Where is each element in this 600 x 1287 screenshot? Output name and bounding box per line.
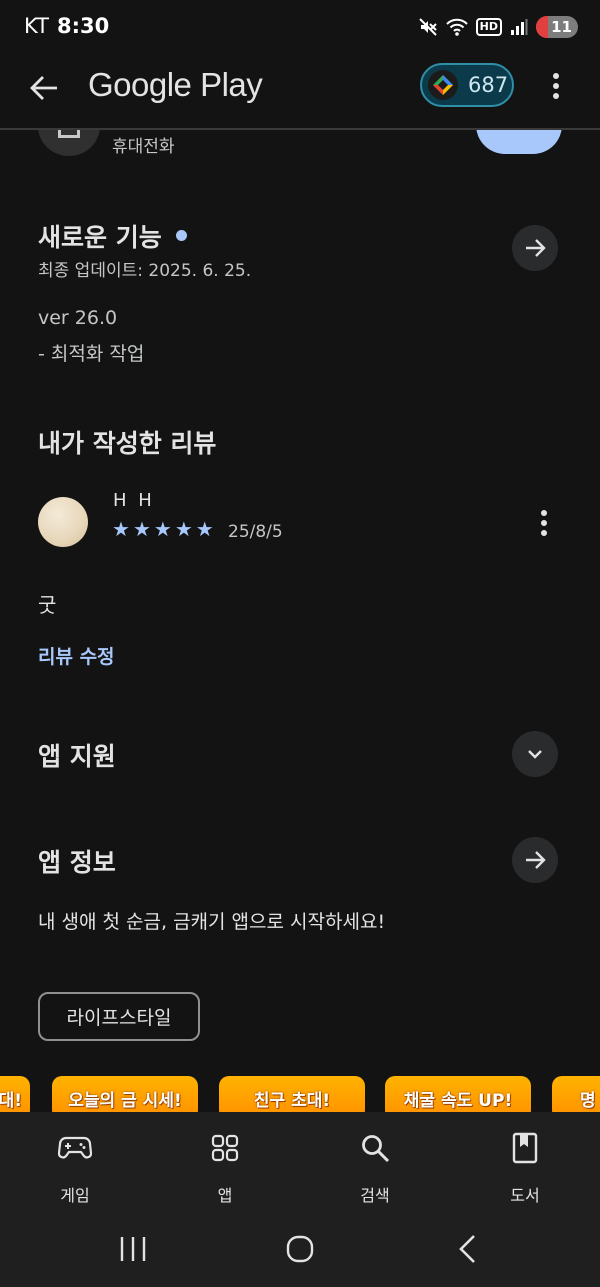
nav-games[interactable]: 게임 (25, 1112, 125, 1222)
review-more-options-icon[interactable] (530, 507, 558, 539)
promo-card[interactable]: 오늘의 금 시세! (52, 1076, 198, 1116)
play-points-icon (428, 70, 458, 100)
star-icon: ★ (153, 517, 172, 541)
signal-icon (511, 19, 528, 35)
status-bar: KT 8:30 HD 11 (0, 0, 600, 54)
app-info-arrow-button[interactable] (512, 837, 558, 883)
last-updated: 최종 업데이트: 2025. 6. 25. (38, 261, 252, 281)
reviewer-name: H H (113, 490, 155, 511)
nav-books[interactable]: 도서 (475, 1112, 575, 1222)
carrier-label: KT (24, 14, 49, 38)
previous-item-subtitle: 휴대전화 (112, 137, 175, 157)
new-indicator-dot (175, 229, 187, 241)
play-points-count: 687 (468, 73, 509, 97)
promo-card[interactable]: 채굴 속도 UP! (385, 1076, 531, 1116)
book-icon (512, 1132, 538, 1164)
review-date: 25/8/5 (228, 522, 283, 542)
home-icon[interactable] (280, 1234, 320, 1264)
app-description: 내 생애 첫 순금, 금캐기 앱으로 시작하세요! (38, 911, 386, 933)
hd-voice-badge: HD (475, 18, 502, 36)
app-bar-divider (0, 128, 600, 130)
promo-card[interactable]: 대! (0, 1076, 30, 1116)
app-support-expand-button[interactable] (512, 731, 558, 777)
app-bar: Google Play 687 (0, 54, 600, 130)
recent-apps-icon[interactable] (113, 1234, 153, 1264)
more-options-icon[interactable] (540, 68, 572, 104)
review-text: 굿 (38, 593, 57, 617)
gamepad-icon (58, 1136, 92, 1159)
nav-search[interactable]: 검색 (325, 1112, 425, 1222)
battery-level: 11 (551, 18, 572, 36)
release-note: - 최적화 작업 (38, 343, 145, 365)
whats-new-arrow-button[interactable] (512, 225, 558, 271)
promo-card[interactable]: 명 (552, 1076, 600, 1116)
arrow-right-icon (526, 851, 546, 869)
my-review-title: 내가 작성한 리뷰 (38, 429, 217, 458)
screenshot-carousel[interactable]: 대! 오늘의 금 시세! 친구 초대! 채굴 속도 UP! 명 (0, 1076, 600, 1116)
play-points-chip[interactable]: 687 (420, 63, 514, 107)
star-icon: ★ (112, 517, 130, 541)
version-text: ver 26.0 (38, 307, 118, 329)
app-support-title[interactable]: 앱 지원 (38, 737, 116, 773)
mute-icon (418, 18, 437, 36)
nav-label: 앱 (217, 1186, 233, 1205)
back-nav-icon[interactable] (448, 1234, 488, 1264)
category-chip[interactable]: 라이프스타일 (38, 992, 200, 1041)
search-icon (362, 1135, 390, 1163)
rating-stars: ★ ★ ★ ★ ★ (112, 519, 214, 539)
page-title: Google Play (88, 66, 263, 103)
whats-new-title: 새로운 기능 (38, 223, 162, 252)
nav-apps[interactable]: 앱 (175, 1112, 275, 1222)
apps-grid-icon (211, 1134, 239, 1162)
wifi-icon (445, 18, 468, 36)
app-info-title: 앱 정보 (38, 848, 116, 877)
nav-label: 도서 (510, 1186, 540, 1205)
nav-label: 게임 (60, 1186, 90, 1205)
whats-new-heading: 새로운 기능 (38, 218, 187, 254)
promo-card[interactable]: 친구 초대! (219, 1076, 365, 1116)
bottom-navigation: 게임 앱 검색 도서 (0, 1112, 600, 1222)
avatar (38, 497, 88, 547)
star-icon: ★ (174, 517, 193, 541)
nav-label: 검색 (360, 1186, 390, 1205)
battery-indicator: 11 (536, 16, 578, 38)
star-icon: ★ (195, 517, 214, 541)
system-navigation-bar (0, 1222, 600, 1287)
arrow-right-icon (526, 239, 546, 257)
chevron-down-icon (528, 750, 542, 759)
edit-review-link[interactable]: 리뷰 수정 (38, 642, 115, 669)
star-icon: ★ (132, 517, 151, 541)
clock: 8:30 (56, 14, 110, 38)
back-arrow-icon[interactable] (24, 68, 64, 108)
